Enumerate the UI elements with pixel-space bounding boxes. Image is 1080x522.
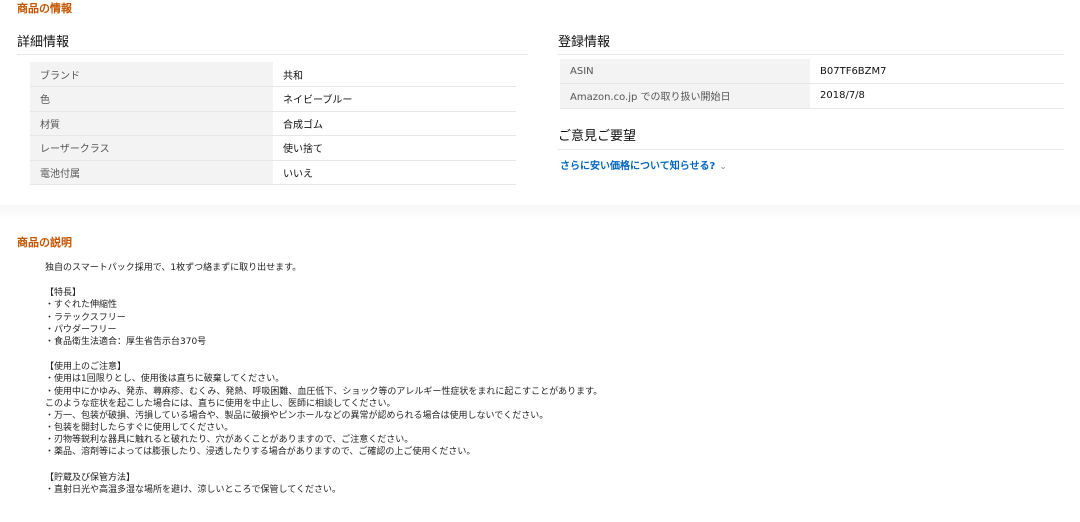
registration-info-row: Amazon.co.jp での取り扱い開始日 2018/7/8 (560, 83, 1064, 109)
description-line: ・使用は1回限りとし、使用後は直ちに破棄してください。 (45, 374, 285, 385)
description-line: 【特長】 (45, 288, 82, 299)
description-line: ・すぐれた伸縮性 (45, 300, 118, 311)
feedback-heading: ご意見ご要望 (558, 129, 637, 144)
section-shadow-separator (0, 205, 1080, 219)
spec-key: ASIN (560, 59, 810, 84)
spec-value: 使い捨て (273, 135, 516, 161)
spec-key: 材質 (30, 111, 273, 136)
registration-info-heading: 登録情報 (558, 35, 611, 50)
detail-info-row: ブランド 共和 (30, 62, 516, 87)
description-line: 【貯蔵及び保管方法】 (45, 472, 136, 483)
spec-key: 電池付属 (30, 160, 273, 185)
spec-value: 共和 (273, 62, 516, 87)
description-line: ・刃物等鋭利な器具に触れると破れたり、穴があくことがありますので、ご注意ください… (45, 435, 414, 446)
description-line: ・薬品、溶剤等によっては膨張したり、浸透したりする場合がありますので、ご確認の上… (45, 447, 476, 458)
detail-info-heading: 詳細情報 (17, 35, 70, 50)
spec-value: 2018/7/8 (810, 83, 1064, 109)
description-line: 【使用上のご注意】 (45, 362, 127, 373)
spec-value: ネイビーブルー (273, 86, 516, 112)
detail-heading-divider (17, 54, 528, 55)
registration-info-row: ASIN B07TF6BZM7 (560, 59, 1064, 84)
description-line: ・直射日光や高温多湿な場所を避け、涼しいところで保管してください。 (45, 484, 342, 495)
registration-info-table: ASIN B07TF6BZM7 Amazon.co.jp での取り扱い開始日 2018… (560, 59, 1064, 109)
spec-key: レーザークラス (30, 135, 273, 161)
description-line: ・使用中にかゆみ、発赤、蕁麻疹、むくみ、発熱、呼吸困難、血圧低下、ショック等のア… (45, 386, 603, 397)
spec-value: いいえ (273, 160, 516, 185)
product-info-title: 商品の情報 (17, 2, 72, 15)
spec-value: 合成ゴム (273, 111, 516, 136)
cheaper-price-feedback-link[interactable]: さらに安い価格について知らせる? ⌄ (560, 157, 727, 172)
description-line: ・食品衛生法適合：厚生省告示台370号 (45, 336, 207, 347)
feedback-link-label: さらに安い価格について知らせる? (560, 161, 716, 172)
feedback-heading-divider (558, 149, 1064, 150)
description-line: ・万一、包装が破損、汚損している場合や、製品に破損やピンホールなどの異常が認めら… (45, 410, 549, 421)
spec-key: Amazon.co.jp での取り扱い開始日 (560, 83, 810, 109)
registration-heading-divider (558, 54, 1064, 55)
chevron-down-icon: ⌄ (719, 162, 727, 172)
detail-info-row: レーザークラス 使い捨て (30, 135, 516, 161)
detail-info-table: ブランド 共和色ネイビーブルー 材質 合成ゴム レーザークラス 使い捨て 電池付属 いいえ (30, 62, 516, 185)
description-line: ・パウダーフリー (45, 324, 117, 335)
spec-key: 色 (30, 86, 273, 112)
description-line: 独自のスマートパック採用で、1枚ずつ絡まずに取り出せます。 (45, 263, 302, 273)
spec-key: ブランド (30, 62, 273, 87)
description-line: ・包装を開封したらすぐに使用してください。 (45, 423, 234, 434)
spec-value: B07TF6BZM7 (810, 59, 1064, 84)
description-line: このような症状を起こした場合には、直ちに使用を中止し、医師に相談してください。 (45, 398, 396, 409)
detail-info-row: 材質 合成ゴム (30, 111, 516, 136)
detail-info-row: 電池付属 いいえ (30, 160, 516, 185)
product-description-title: 商品の説明 (17, 236, 72, 249)
product-description-body: 独自のスマートパック採用で、1枚ずつ絡まずに取り出せます。 【特長】 ・すぐれた伸縮… (45, 262, 1045, 496)
description-line: ・ラテックスフリー (45, 312, 126, 323)
detail-info-row: 色ネイビーブルー (30, 86, 516, 112)
